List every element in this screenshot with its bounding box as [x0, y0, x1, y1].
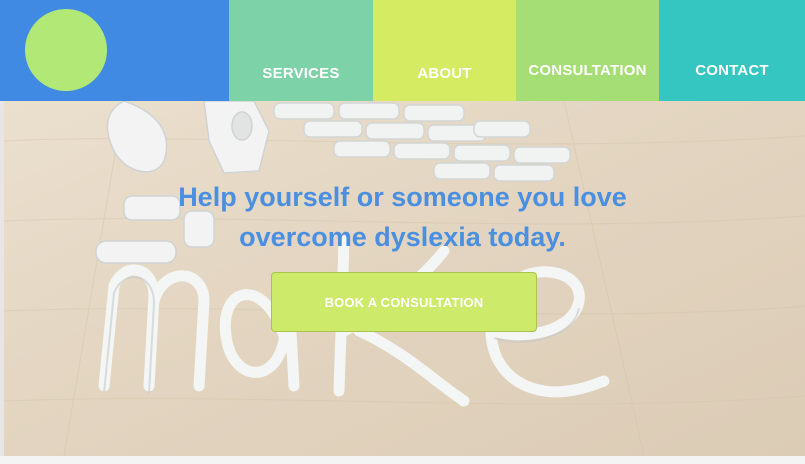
book-consultation-button[interactable]: BOOK A CONSULTATION — [271, 272, 537, 332]
book-consultation-label[interactable]: BOOK A CONSULTATION — [325, 295, 484, 310]
nav-about-label[interactable]: ABOUT — [373, 65, 516, 82]
nav-services-label[interactable]: SERVICES — [229, 65, 373, 82]
nav-contact[interactable]: CONTACT — [659, 0, 805, 101]
hero-headline-line2: overcome dyslexia today. — [239, 222, 566, 252]
nav-contact-label[interactable]: CONTACT — [659, 62, 805, 79]
logo-icon[interactable] — [25, 9, 107, 91]
hero-headline-line1: Help yourself or someone you love — [178, 182, 627, 212]
page: SERVICES ABOUT CONSULTATION CONTACT Help… — [0, 0, 805, 464]
nav-consultation[interactable]: CONSULTATION — [516, 0, 659, 101]
logo-block[interactable] — [0, 0, 229, 101]
nav-about[interactable]: ABOUT — [373, 0, 516, 101]
page-bottom-edge — [0, 456, 805, 464]
site-header: SERVICES ABOUT CONSULTATION CONTACT — [0, 0, 805, 101]
nav-services[interactable]: SERVICES — [229, 0, 373, 101]
nav-consultation-label[interactable]: CONSULTATION — [516, 62, 659, 79]
